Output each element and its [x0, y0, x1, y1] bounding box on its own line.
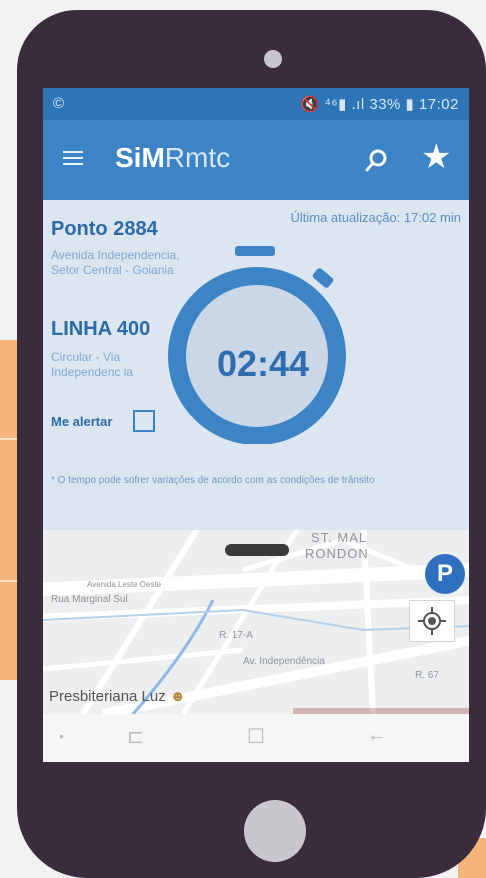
- nav-back-icon[interactable]: ←: [367, 724, 387, 747]
- last-update: Última atualização: 17:02 min: [290, 210, 461, 225]
- phone-home-button[interactable]: [244, 800, 306, 862]
- map-label: R. 67: [415, 670, 439, 681]
- map-place-label: Presbiteriana Luz ☻: [49, 688, 186, 705]
- map-label: R. 17-A: [219, 630, 253, 641]
- map-view[interactable]: ST. MAL RONDON Rua Marginal Sul Avenida …: [43, 530, 469, 714]
- line-title: LINHA 400: [51, 318, 151, 340]
- map-label: ST. MAL: [311, 530, 368, 545]
- map-label: Rua Marginal Sul: [51, 594, 128, 605]
- favorite-star-icon[interactable]: ★: [421, 140, 451, 174]
- map-label: Av. Independência: [243, 656, 325, 667]
- phone-screen: © 🔇 ⁴⁶▮ .ıl 33% ▮ 17:02 SiMRmtc ★ Última…: [43, 88, 469, 762]
- app-logo: SiMRmtc: [115, 142, 231, 173]
- traffic-note: * O tempo pode sofrer variações de acord…: [51, 475, 375, 486]
- alert-label: Me alertar: [51, 414, 113, 429]
- crosshair-icon: [418, 607, 446, 635]
- map-drag-handle[interactable]: [225, 544, 289, 556]
- nav-home-icon[interactable]: ☐: [247, 724, 265, 749]
- status-indicators: 🔇 ⁴⁶▮ .ıl 33% ▮ 17:02: [300, 96, 459, 113]
- status-bar: © 🔇 ⁴⁶▮ .ıl 33% ▮ 17:02: [43, 88, 469, 120]
- nav-dot-icon: •: [59, 728, 64, 744]
- map-label: Avenida Leste Oeste: [87, 580, 162, 589]
- nav-recent-icon[interactable]: ⊏: [127, 724, 144, 749]
- alert-checkbox[interactable]: [133, 410, 155, 432]
- android-nav-bar: • ⊏ ☐ ←: [43, 714, 469, 762]
- map-roads: [43, 530, 469, 714]
- phone-speaker: [264, 50, 282, 68]
- line-route: Circular - Via Independenc ia: [51, 350, 134, 379]
- place-marker-icon: ☻: [169, 688, 186, 705]
- app-bar: SiMRmtc ★: [43, 120, 469, 200]
- search-icon[interactable]: [365, 148, 389, 172]
- arrival-panel: Última atualização: 17:02 min Ponto 2884…: [43, 200, 469, 530]
- parking-button[interactable]: P: [425, 554, 465, 594]
- stop-address: Avenida Independencia, Setor Central - G…: [51, 248, 180, 277]
- arrival-countdown: 02:44: [216, 343, 310, 384]
- map-label: RONDON: [305, 546, 369, 561]
- whatsapp-icon: ©: [53, 95, 65, 112]
- hamburger-menu-icon[interactable]: [63, 148, 83, 168]
- stop-title: Ponto 2884: [51, 218, 158, 240]
- my-location-button[interactable]: [409, 600, 455, 642]
